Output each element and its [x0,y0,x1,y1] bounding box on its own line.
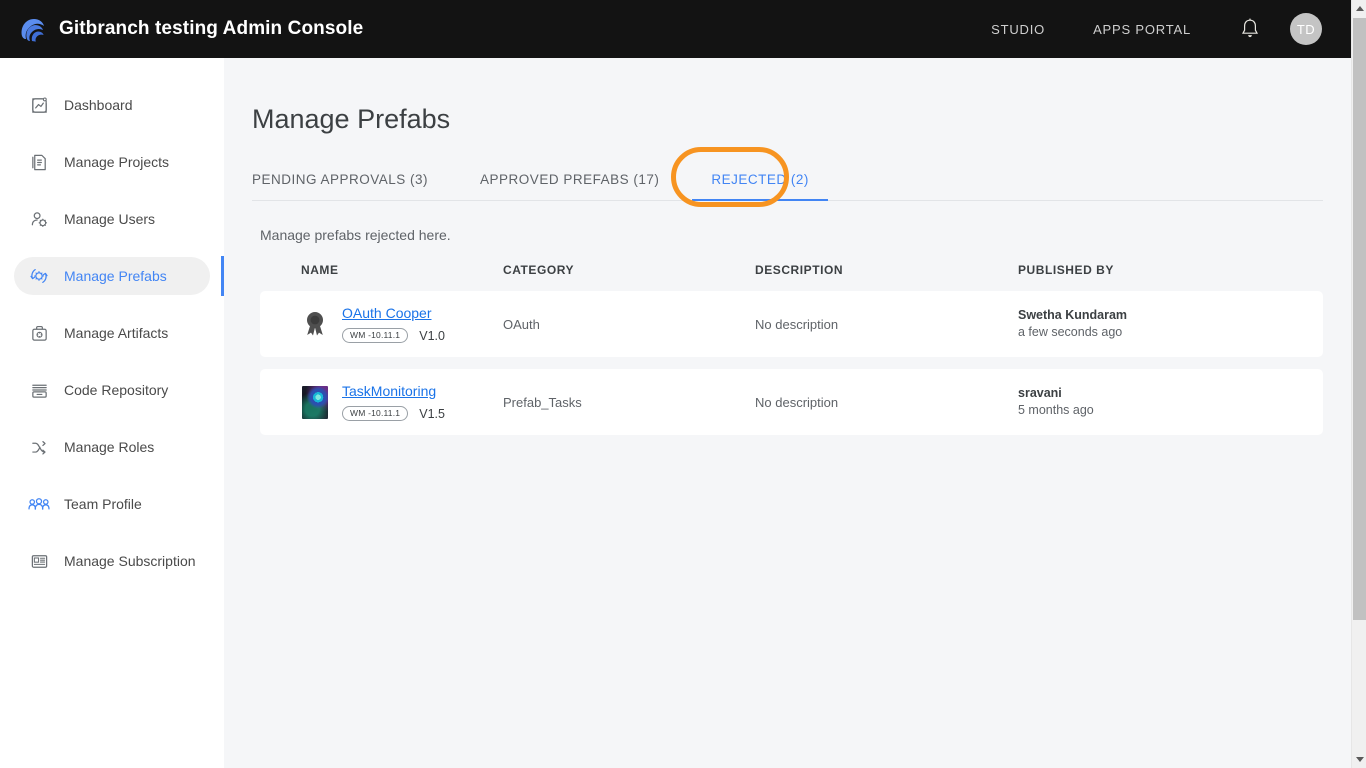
table-header-row: NAME CATEGORY DESCRIPTION PUBLISHED BY [260,263,1323,291]
name-block: OAuth Cooper WM -10.11.1 V1.0 [342,305,445,344]
column-header-published-by: PUBLISHED BY [1018,263,1323,277]
publish-time: a few seconds ago [1018,324,1323,341]
publish-time: 5 months ago [1018,402,1323,419]
sidebar-item-manage-projects[interactable]: Manage Projects [14,143,224,181]
sidebar-item-label: Manage Artifacts [64,325,168,341]
app-title: Gitbranch testing Admin Console [59,18,363,40]
roles-shuffle-icon [28,436,50,458]
prefabs-table: NAME CATEGORY DESCRIPTION PUBLISHED BY [260,263,1323,435]
sidebar-item-label: Team Profile [64,496,142,512]
version-pill: WM -10.11.1 [342,328,408,344]
sidebar-item-label: Manage Users [64,211,155,227]
column-header-category: CATEGORY [503,263,755,277]
subscription-icon [28,550,50,572]
artifacts-icon [28,322,50,344]
sidebar-item-manage-users[interactable]: Manage Users [14,200,224,238]
main-content: Manage Prefabs PENDING APPROVALS (3) APP… [224,58,1351,768]
nav-link-apps-portal[interactable]: APPS PORTAL [1093,22,1191,37]
name-meta: WM -10.11.1 V1.0 [342,328,445,344]
publisher-name: Swetha Kundaram [1018,307,1323,324]
vertical-scrollbar[interactable] [1351,0,1366,768]
dashboard-icon [28,94,50,116]
sidebar-item-label: Dashboard [64,97,133,113]
sidebar-item-manage-roles[interactable]: Manage Roles [14,428,224,466]
sidebar-item-label: Manage Subscription [64,553,196,569]
cell-published-by: sravani 5 months ago [1018,385,1323,419]
prefab-thumbnail-image [301,386,329,419]
sidebar-item-manage-prefabs[interactable]: Manage Prefabs [14,257,210,295]
section-subtitle: Manage prefabs rejected here. [260,227,1351,243]
cell-description: No description [755,395,1018,410]
prefab-version: V1.0 [419,329,445,343]
avatar[interactable]: TD [1290,13,1322,45]
tab-bar: PENDING APPROVALS (3) APPROVED PREFABS (… [252,161,1323,201]
table-row[interactable]: OAuth Cooper WM -10.11.1 V1.0 OAuth No d… [260,291,1323,357]
prefab-name-link[interactable]: OAuth Cooper [342,305,445,321]
tab-pending-approvals[interactable]: PENDING APPROVALS (3) [252,172,428,200]
name-meta: WM -10.11.1 V1.5 [342,406,445,422]
sidebar-item-dashboard[interactable]: Dashboard [14,86,224,124]
scroll-down-arrow-icon[interactable] [1352,751,1366,768]
top-header-bar: Gitbranch testing Admin Console STUDIO A… [0,0,1351,58]
sidebar-item-label: Manage Projects [64,154,169,170]
wave-logo-icon [16,14,46,44]
sidebar-item-manage-artifacts[interactable]: Manage Artifacts [14,314,224,352]
sidebar-item-label: Manage Prefabs [64,268,167,284]
cell-published-by: Swetha Kundaram a few seconds ago [1018,307,1323,341]
projects-icon [28,151,50,173]
sidebar-item-label: Code Repository [64,382,168,398]
scrollbar-thumb[interactable] [1353,18,1366,620]
cell-category: OAuth [503,317,755,332]
prefabs-icon [28,265,50,287]
prefab-version: V1.5 [419,407,445,421]
cell-category: Prefab_Tasks [503,395,755,410]
cell-name: TaskMonitoring WM -10.11.1 V1.5 [260,383,503,422]
version-pill: WM -10.11.1 [342,406,408,422]
sidebar-item-team-profile[interactable]: Team Profile [14,485,224,523]
award-badge-icon [301,308,329,341]
column-header-description: DESCRIPTION [755,263,1018,277]
column-header-name: NAME [260,263,503,277]
code-repository-icon [28,379,50,401]
sidebar-item-manage-subscription[interactable]: Manage Subscription [14,542,224,580]
publisher-name: sravani [1018,385,1323,402]
page-title: Manage Prefabs [252,104,1351,135]
notification-bell-icon[interactable] [1239,17,1261,41]
brand: Gitbranch testing Admin Console [0,14,363,44]
cell-name: OAuth Cooper WM -10.11.1 V1.0 [260,305,503,344]
scroll-up-arrow-icon[interactable] [1352,0,1366,17]
sidebar: Dashboard Manage Projects [0,58,224,768]
users-icon [28,208,50,230]
prefab-name-link[interactable]: TaskMonitoring [342,383,445,399]
team-profile-icon [28,493,50,515]
nav-link-studio[interactable]: STUDIO [991,22,1045,37]
top-navigation: STUDIO APPS PORTAL TD [991,13,1351,45]
tab-approved-prefabs[interactable]: APPROVED PREFABS (17) [480,172,659,200]
cell-description: No description [755,317,1018,332]
name-block: TaskMonitoring WM -10.11.1 V1.5 [342,383,445,422]
admin-console-window: Gitbranch testing Admin Console STUDIO A… [0,0,1366,768]
sidebar-item-label: Manage Roles [64,439,154,455]
tab-rejected[interactable]: REJECTED (2) [711,172,809,200]
table-row[interactable]: TaskMonitoring WM -10.11.1 V1.5 Prefab_T… [260,369,1323,435]
sidebar-item-code-repository[interactable]: Code Repository [14,371,224,409]
